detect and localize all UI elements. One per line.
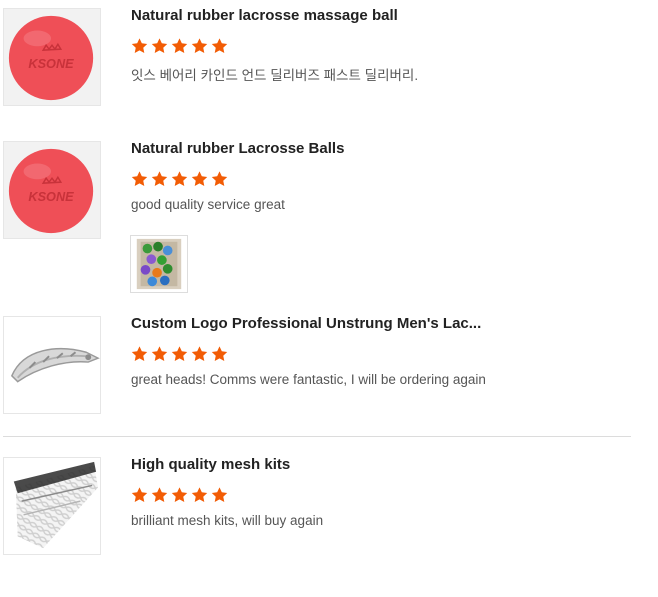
star-icon xyxy=(151,487,168,503)
review-item: High quality mesh kits brilliant mesh ki… xyxy=(0,0,640,560)
mesh-kit-image xyxy=(4,458,100,554)
product-title[interactable]: High quality mesh kits xyxy=(131,456,290,473)
star-icon xyxy=(131,487,148,503)
product-thumbnail[interactable] xyxy=(3,457,101,555)
star-icon xyxy=(211,487,228,503)
star-icon xyxy=(191,487,208,503)
star-rating xyxy=(130,486,229,504)
star-icon xyxy=(171,487,188,503)
review-comment: brilliant mesh kits, will buy again xyxy=(131,513,324,528)
